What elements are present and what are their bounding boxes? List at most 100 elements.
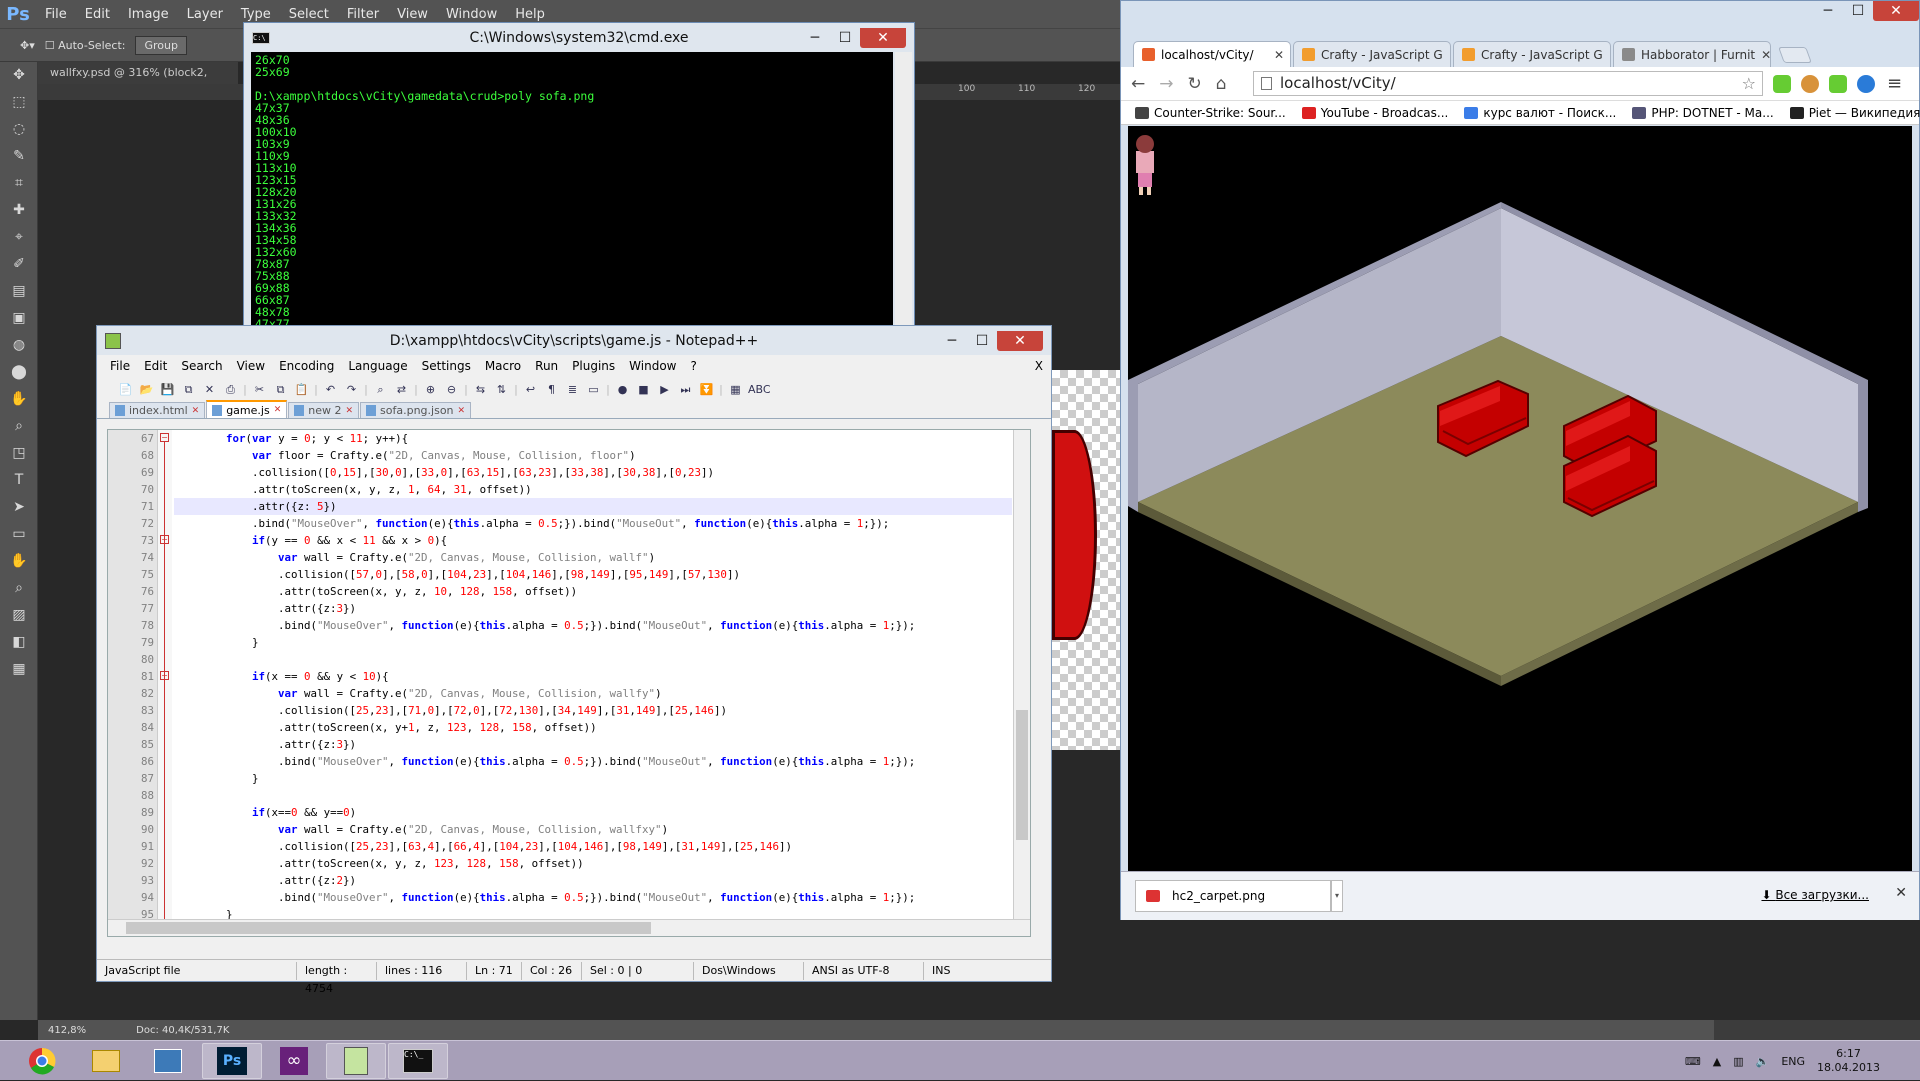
encoding[interactable]: ANSI as UTF-8 <box>804 961 924 980</box>
photoshop-document-tab[interactable]: wallfxy.psd @ 316% (block2, RGB/8) <box>38 62 238 101</box>
code-line[interactable]: 75 .collision([57,0],[58,0],[104,23],[10… <box>141 566 1012 583</box>
toolbar-icon[interactable]: ⏬ <box>698 381 715 398</box>
code-line[interactable]: 79 } <box>141 634 1012 651</box>
code-line[interactable]: 91 .collision([25,23],[63,4],[66,4],[104… <box>141 838 1012 855</box>
photoshop-tool-icon[interactable]: ◳ <box>0 440 38 467</box>
minimize-button[interactable]: ─ <box>1813 1 1843 21</box>
extension-download-icon[interactable] <box>1773 75 1791 93</box>
app-taskbar-button[interactable] <box>138 1043 198 1079</box>
code-editor[interactable]: − − − 67 for(var y = 0; y < 11; y++){68 … <box>107 429 1031 937</box>
toolbar-icon[interactable]: ▦ <box>727 381 744 398</box>
reload-icon[interactable]: ↻ <box>1188 74 1202 94</box>
cmd-output[interactable]: 26x70 25x69 D:\xampp\htdocs\vCity\gamedata… <box>251 52 893 328</box>
chrome-taskbar-button[interactable] <box>12 1043 72 1079</box>
notepadpp-menu-item[interactable]: Settings <box>415 359 478 373</box>
code-line[interactable]: 74 var wall = Crafty.e("2D, Canvas, Mous… <box>141 549 1012 566</box>
maximize-button[interactable]: ☐ <box>830 28 860 48</box>
fold-icon[interactable]: − <box>160 433 169 442</box>
photoshop-tool-icon[interactable]: ✐ <box>0 251 38 278</box>
toolbar-icon[interactable]: ⇆ <box>472 381 489 398</box>
bookmark-item[interactable]: Piet — Википедия <box>1789 106 1920 120</box>
file-tab[interactable]: sofa.png.json ✕ <box>360 402 472 418</box>
home-icon[interactable]: ⌂ <box>1216 74 1227 94</box>
bookmark-item[interactable]: YouTube - Broadcas... <box>1301 106 1448 120</box>
photoshop-tool-icon[interactable]: ⌖ <box>0 224 38 251</box>
horizontal-scrollbar[interactable] <box>108 919 1030 936</box>
address-bar[interactable]: localhost/vCity/ ☆ <box>1253 71 1763 96</box>
code-line[interactable]: 77 .attr({z:3}) <box>141 600 1012 617</box>
code-line[interactable]: 76 .attr(toScreen(x, y, z, 10, 128, 158,… <box>141 583 1012 600</box>
code-line[interactable]: 81 if(x == 0 && y < 10){ <box>141 668 1012 685</box>
code-line[interactable]: 69 .collision([0,15],[30,0],[33,0],[63,1… <box>141 464 1012 481</box>
toolbar-icon[interactable]: ▭ <box>585 381 602 398</box>
show-hidden-icons[interactable]: ▲ <box>1713 1055 1721 1068</box>
close-tab-icon[interactable]: ✕ <box>345 406 353 416</box>
toolbar-icon[interactable]: ABC <box>748 381 771 398</box>
browser-tab[interactable]: Crafty - JavaScript G ✕ <box>1453 41 1611 67</box>
photoshop-menu-item[interactable]: View <box>388 7 437 22</box>
toolbar-icon[interactable]: ↷ <box>343 381 360 398</box>
photoshop-tool-icon[interactable]: ▣ <box>0 305 38 332</box>
close-tab-icon[interactable]: ✕ <box>1609 48 1610 62</box>
zoom-level[interactable]: 412,8% <box>48 1025 86 1036</box>
notepadpp-menu-item[interactable]: File <box>103 359 137 373</box>
minimize-button[interactable]: ─ <box>800 28 830 48</box>
close-document-button[interactable]: X <box>1028 359 1051 373</box>
close-tab-icon[interactable]: ✕ <box>458 406 466 416</box>
explorer-taskbar-button[interactable] <box>76 1043 136 1079</box>
toolbar-icon[interactable]: 💾 <box>159 381 176 398</box>
download-item[interactable]: hc2_carpet.png <box>1135 880 1331 912</box>
browser-tab[interactable]: localhost/vCity/ ✕ <box>1133 41 1291 67</box>
photoshop-menu-item[interactable]: Image <box>119 7 178 22</box>
photoshop-menu-item[interactable]: Help <box>506 7 554 22</box>
menu-icon[interactable]: ≡ <box>1887 73 1902 94</box>
notepadpp-taskbar-button[interactable] <box>326 1043 386 1079</box>
photoshop-tool-icon[interactable]: ◍ <box>0 332 38 359</box>
photoshop-tool-icon[interactable]: ✚ <box>0 197 38 224</box>
photoshop-menu-item[interactable]: File <box>36 7 76 22</box>
toolbar-icon[interactable]: ⊖ <box>443 381 460 398</box>
code-line[interactable]: 89 if(x==0 && y==0) <box>141 804 1012 821</box>
toolbar-icon[interactable]: ■ <box>635 381 652 398</box>
photoshop-menu-item[interactable]: Edit <box>76 7 119 22</box>
close-tab-icon[interactable]: ✕ <box>1274 48 1284 62</box>
code-line[interactable]: 88 <box>141 787 1012 804</box>
avatar[interactable] <box>1136 135 1154 195</box>
cmd-scrollbar[interactable] <box>895 52 912 328</box>
extension-globe-icon[interactable] <box>1857 75 1875 93</box>
cmd-titlebar[interactable]: C:\ C:\Windows\system32\cmd.exe ─ ☐ ✕ <box>244 23 914 52</box>
notepadpp-menu-item[interactable]: Language <box>341 359 414 373</box>
close-tab-icon[interactable]: ✕ <box>274 405 282 415</box>
auto-select-checkbox[interactable]: ☐ Auto-Select: <box>45 39 126 52</box>
notepadpp-menu-item[interactable]: Search <box>174 359 229 373</box>
photoshop-tool-icon[interactable]: ⬚ <box>0 89 38 116</box>
photoshop-tool-icon[interactable]: T <box>0 467 38 494</box>
close-tab-icon[interactable]: ✕ <box>1449 48 1450 62</box>
code-line[interactable]: 85 .attr({z:3}) <box>141 736 1012 753</box>
toolbar-icon[interactable]: ▶ <box>656 381 673 398</box>
close-tab-icon[interactable]: ✕ <box>192 406 200 416</box>
toolbar-icon[interactable]: ⧉ <box>272 381 289 398</box>
code-line[interactable]: 73 if(y == 0 && x < 11 && x > 0){ <box>141 532 1012 549</box>
file-tab[interactable]: new 2 ✕ <box>288 402 360 418</box>
notepadpp-menu-item[interactable]: Run <box>528 359 565 373</box>
browser-tab[interactable]: Habborator | Furnit ✕ <box>1613 41 1771 67</box>
all-downloads-link[interactable]: ⬇ Все загрузки... <box>1761 888 1869 902</box>
photoshop-tool-icon[interactable]: ✋ <box>0 386 38 413</box>
photoshop-menu-item[interactable]: Layer <box>178 7 232 22</box>
toolbar-icon[interactable]: ⊕ <box>422 381 439 398</box>
code-lines[interactable]: 67 for(var y = 0; y < 11; y++){68 var fl… <box>141 430 1012 936</box>
code-line[interactable]: 80 <box>141 651 1012 668</box>
close-button[interactable]: ✕ <box>997 330 1043 351</box>
notepadpp-menu-item[interactable]: ? <box>683 359 703 373</box>
visual-studio-taskbar-button[interactable]: ∞ <box>264 1043 324 1079</box>
code-line[interactable]: 83 .collision([25,23],[71,0],[72,0],[72,… <box>141 702 1012 719</box>
code-line[interactable]: 94 .bind("MouseOver", function(e){this.a… <box>141 889 1012 906</box>
move-tool-icon[interactable]: ✥▾ <box>20 39 35 52</box>
toolbar-icon[interactable]: 📋 <box>293 381 310 398</box>
photoshop-tool-icon[interactable]: ⬤ <box>0 359 38 386</box>
photoshop-tool-icon[interactable]: ◧ <box>0 629 38 656</box>
cmd-taskbar-button[interactable]: C:\_ <box>388 1043 448 1079</box>
file-tab[interactable]: game.js ✕ <box>206 400 288 418</box>
photoshop-menu-item[interactable]: Filter <box>338 7 388 22</box>
